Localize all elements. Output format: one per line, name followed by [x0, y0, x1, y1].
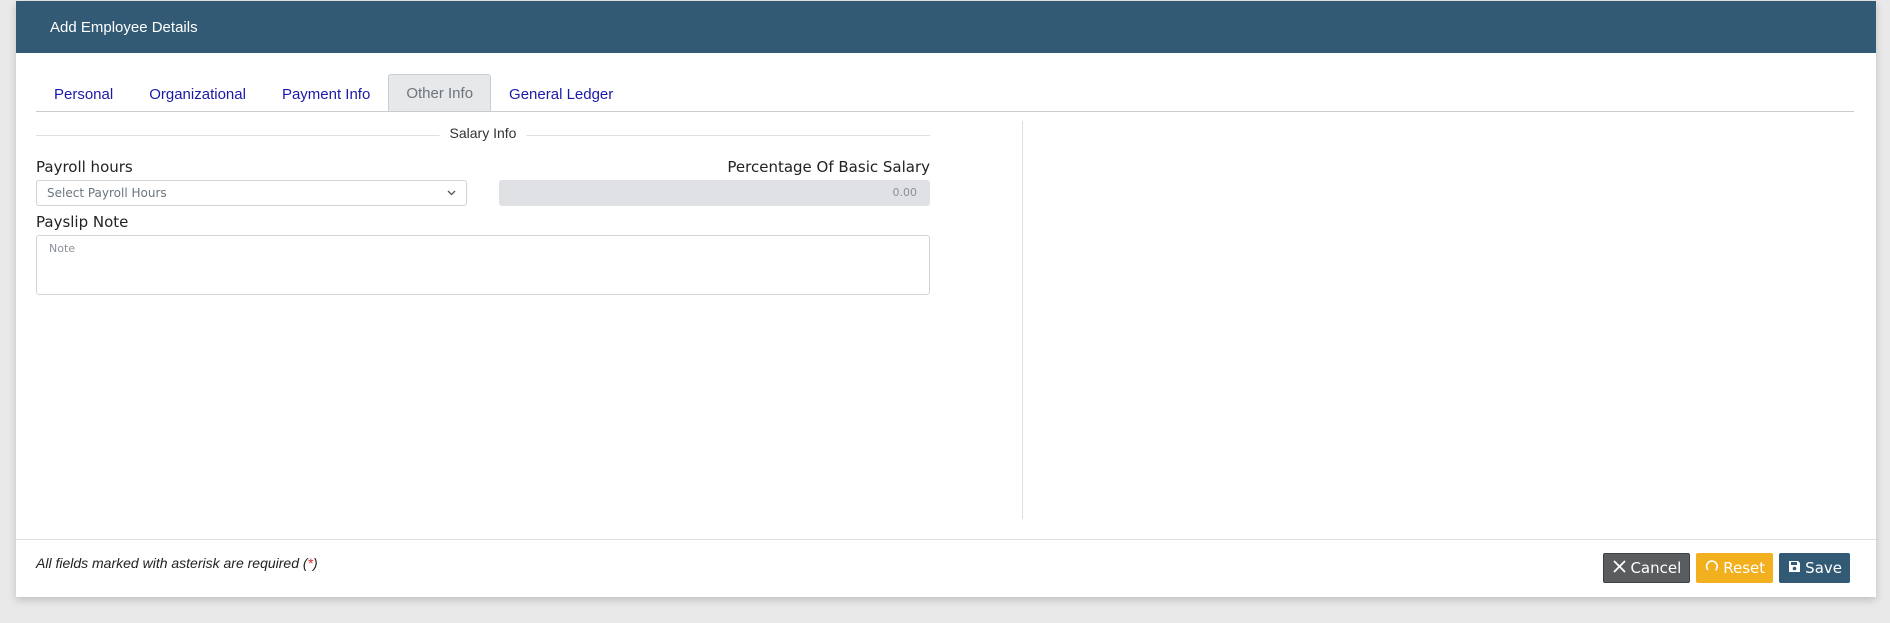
- modal-header: Add Employee Details: [16, 1, 1876, 53]
- payslip-note-textarea[interactable]: Note: [36, 235, 930, 295]
- payroll-hours-label: Payroll hours: [36, 158, 133, 176]
- chevron-down-icon: [447, 188, 456, 199]
- section-header: Salary Info: [36, 123, 930, 147]
- percentage-basic-salary-input: 0.00: [499, 180, 930, 206]
- save-icon: [1788, 559, 1801, 577]
- payroll-hours-field: Payroll hours Select Payroll Hours: [36, 158, 467, 206]
- column-divider: [1022, 121, 1023, 519]
- tab-organizational[interactable]: Organizational: [131, 76, 264, 111]
- reset-button[interactable]: Reset: [1696, 553, 1774, 583]
- cancel-button[interactable]: Cancel: [1603, 553, 1691, 583]
- cancel-label: Cancel: [1630, 559, 1682, 577]
- tab-personal[interactable]: Personal: [36, 76, 131, 111]
- modal-footer: All fields marked with asterisk are requ…: [16, 539, 1876, 598]
- payslip-note-label: Payslip Note: [36, 213, 129, 231]
- add-employee-modal: Add Employee Details Personal Organizati…: [16, 1, 1876, 597]
- tab-general-ledger[interactable]: General Ledger: [491, 76, 631, 111]
- required-note-close: ): [313, 555, 318, 571]
- section-title: Salary Info: [439, 125, 527, 141]
- save-label: Save: [1805, 559, 1842, 577]
- tab-other-info[interactable]: Other Info: [388, 74, 492, 111]
- required-fields-note: All fields marked with asterisk are requ…: [36, 555, 318, 571]
- payroll-hours-placeholder: Select Payroll Hours: [47, 186, 167, 200]
- tab-bar: Personal Organizational Payment Info Oth…: [36, 74, 1854, 112]
- percentage-basic-salary-label: Percentage Of Basic Salary: [727, 158, 930, 176]
- salary-info-panel: Salary Info Payroll hours Select Payroll…: [36, 121, 930, 295]
- modal-title: Add Employee Details: [50, 18, 198, 36]
- close-icon: [1613, 559, 1627, 577]
- refresh-icon: [1705, 559, 1719, 577]
- save-button[interactable]: Save: [1779, 553, 1850, 583]
- percentage-basic-salary-field: Percentage Of Basic Salary 0.00: [499, 158, 930, 206]
- required-note-text: All fields marked with asterisk are requ…: [36, 555, 308, 571]
- payroll-hours-select[interactable]: Select Payroll Hours: [36, 180, 467, 206]
- tab-payment-info[interactable]: Payment Info: [264, 76, 388, 111]
- reset-label: Reset: [1723, 559, 1766, 577]
